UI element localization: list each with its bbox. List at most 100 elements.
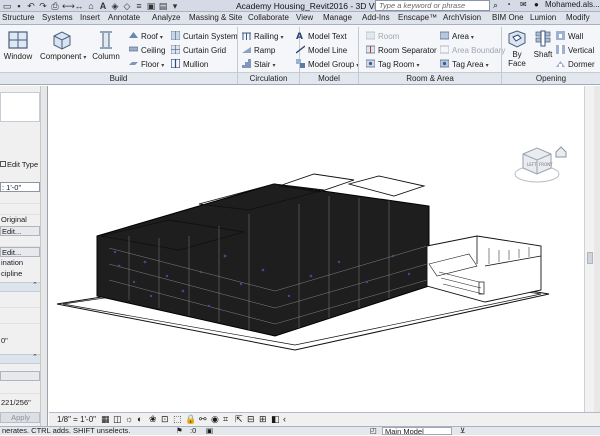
3d-view-icon[interactable]: ◈ <box>110 1 120 11</box>
wall-opening-button[interactable]: Wall <box>556 31 583 42</box>
active-model-dropdown[interactable]: Main Model <box>382 427 452 436</box>
stair-dropdown-icon[interactable]: ▾ <box>272 63 275 69</box>
component-dropdown-icon[interactable]: ▾ <box>83 55 86 61</box>
model-text-button[interactable]: A Model Text <box>296 31 347 42</box>
view-scale-field[interactable]: : 1'-0" <box>0 182 40 192</box>
edit-button-3[interactable] <box>0 371 40 381</box>
tag-room-dropdown-icon[interactable]: ▾ <box>416 63 419 69</box>
reveal-hidden-icon[interactable]: ◉ <box>211 414 219 425</box>
3d-view-canvas[interactable]: LEFT FRONT <box>49 86 594 412</box>
mullion-button[interactable]: Mullion <box>171 59 208 70</box>
tab-analyze[interactable]: Analyze <box>152 13 180 22</box>
worksets-icon[interactable]: ⚑ <box>176 427 183 435</box>
ceiling-button[interactable]: Ceiling <box>129 45 165 56</box>
curtain-system-button[interactable]: Curtain System <box>171 31 238 42</box>
window-button[interactable]: Window <box>3 30 33 61</box>
search-icon[interactable]: ⌕ <box>493 0 498 11</box>
stair-button[interactable]: Stair ▾ <box>242 59 275 71</box>
switch-windows-icon[interactable]: ▤ <box>158 1 168 11</box>
filter-icon[interactable]: ⊻ <box>460 427 466 435</box>
floor-dropdown-icon[interactable]: ▾ <box>161 63 164 69</box>
detail-level-icon[interactable]: ▦ <box>101 414 110 425</box>
vertical-opening-button[interactable]: Vertical <box>556 45 594 56</box>
subscription-icon[interactable]: ◔ <box>506 0 511 9</box>
tag-area-button[interactable]: Tag Area ▾ <box>440 59 489 71</box>
model-panel-label[interactable]: Model <box>300 72 358 84</box>
editable-only-icon[interactable]: ◰ <box>370 427 377 435</box>
tab-add-ins[interactable]: Add-Ins <box>362 13 390 22</box>
close-hidden-icon[interactable]: ▣ <box>146 1 156 11</box>
temporary-hide-icon[interactable]: ⚯ <box>199 414 207 425</box>
tab-manage[interactable]: Manage <box>323 13 352 22</box>
room-area-panel-label[interactable]: Room & Area <box>359 72 501 84</box>
analytical-model-icon[interactable]: ⌗ <box>223 414 228 425</box>
dimension-icon[interactable]: ↔ <box>74 1 84 11</box>
tab-insert[interactable]: Insert <box>80 13 100 22</box>
component-button[interactable]: Component ▾ <box>40 30 86 61</box>
tab-enscape[interactable]: Enscape™ <box>398 13 437 22</box>
open-icon[interactable]: ▭ <box>2 1 12 11</box>
redo-icon[interactable]: ↷ <box>38 1 48 11</box>
column-button[interactable]: Column <box>90 30 122 61</box>
hide-crop-region-icon[interactable]: ⊞ <box>259 414 267 425</box>
model-group-button[interactable]: Model Group▾ <box>296 59 359 71</box>
area-boundary-button[interactable]: Area Boundary <box>440 45 505 56</box>
user-icon[interactable]: ● <box>534 0 539 9</box>
properties-scrollbar[interactable] <box>40 86 47 427</box>
view-scale-label[interactable]: 1/8" = 1'-0" <box>57 415 96 424</box>
tag-area-dropdown-icon[interactable]: ▾ <box>486 63 489 69</box>
opening-panel-label[interactable]: Opening <box>502 72 600 84</box>
tab-collaborate[interactable]: Collaborate <box>248 13 289 22</box>
tab-modify[interactable]: Modify <box>566 13 590 22</box>
tab-archvision[interactable]: ArchVision <box>443 13 481 22</box>
room-separator-button[interactable]: Room Separator <box>366 45 437 56</box>
shaft-button[interactable]: Shaft <box>531 30 555 59</box>
tab-view[interactable]: View <box>296 13 313 22</box>
tab-bim-one[interactable]: BIM One <box>492 13 524 22</box>
area-dropdown-icon[interactable]: ▾ <box>471 35 474 41</box>
scroll-thumb[interactable] <box>587 252 593 264</box>
edit-type-button[interactable]: Edit Type <box>0 160 40 170</box>
crop-view-icon[interactable]: ⊡ <box>161 414 169 425</box>
visual-style-icon[interactable]: ◫ <box>113 414 122 425</box>
sun-path-icon[interactable]: ☼ <box>125 414 133 424</box>
area-button[interactable]: Area ▾ <box>440 31 474 43</box>
tag-icon[interactable]: ⌂ <box>86 1 96 11</box>
tab-systems[interactable]: Systems <box>42 13 73 22</box>
tab-massing-site[interactable]: Massing & Site <box>189 13 242 22</box>
tab-annotate[interactable]: Annotate <box>108 13 140 22</box>
user-name[interactable]: Mohamed.als... <box>545 0 600 9</box>
railing-dropdown-icon[interactable]: ▾ <box>280 35 283 41</box>
railing-button[interactable]: Railing ▾ <box>242 31 283 43</box>
edit-button-1[interactable]: Edit... <box>0 226 40 236</box>
save-icon[interactable]: ▪ <box>14 1 24 11</box>
communication-icon[interactable]: ✉ <box>520 0 527 9</box>
reveal-constraints-icon[interactable]: ⊟ <box>247 414 255 425</box>
floor-button[interactable]: Floor ▾ <box>129 59 164 71</box>
roof-button[interactable]: Roof ▾ <box>129 31 163 43</box>
show-crop-icon[interactable]: ⬚ <box>173 414 182 425</box>
tag-room-button[interactable]: Tag Room ▾ <box>366 59 419 71</box>
collapse-icon[interactable]: ⌃ <box>32 281 38 289</box>
model-line-button[interactable]: Model Line <box>296 45 347 56</box>
help-search-input[interactable]: Type a keyword or phrase <box>375 0 490 11</box>
design-options-icon[interactable]: ▣ <box>206 427 213 435</box>
lock-view-icon[interactable]: 🔒 <box>185 414 196 425</box>
circulation-panel-label[interactable]: Circulation <box>238 72 299 84</box>
undo-icon[interactable]: ↶ <box>26 1 36 11</box>
text-icon[interactable]: A <box>98 1 108 11</box>
shadows-icon[interactable]: ◐ <box>137 414 142 424</box>
room-button[interactable]: Room <box>366 31 399 42</box>
home-icon[interactable] <box>555 146 567 158</box>
render-icon[interactable]: ❀ <box>149 414 157 425</box>
print-icon[interactable]: ⎙ <box>50 1 60 11</box>
roof-dropdown-icon[interactable]: ▾ <box>160 35 163 41</box>
collapse-icon[interactable]: ⌃ <box>32 353 38 361</box>
curtain-grid-button[interactable]: Curtain Grid <box>171 45 226 56</box>
edit-button-2[interactable]: Edit... <box>0 247 40 257</box>
apply-button[interactable]: Apply <box>0 412 40 423</box>
thin-lines-icon[interactable]: ≡ <box>134 1 144 11</box>
measure-icon[interactable]: ⟷ <box>62 1 75 11</box>
tab-lumion[interactable]: Lumion <box>530 13 556 22</box>
qat-dropdown-icon[interactable]: ▾ <box>170 1 180 11</box>
